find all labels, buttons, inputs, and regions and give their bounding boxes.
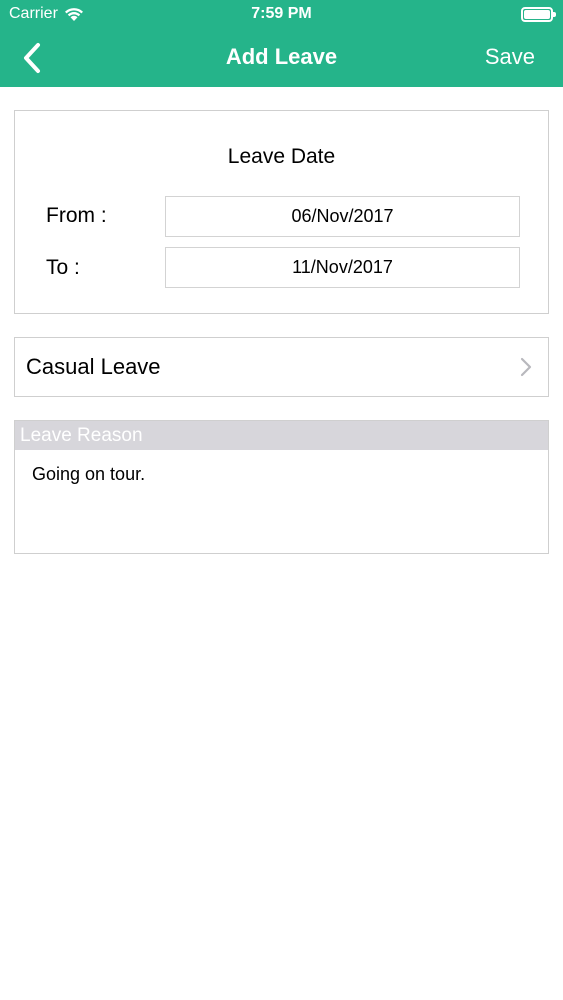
status-time: 7:59 PM xyxy=(251,5,312,22)
leave-reason-header: Leave Reason xyxy=(15,421,548,450)
navigation-bar: Add Leave Save xyxy=(0,30,563,87)
leave-date-card: Leave Date From : 06/Nov/2017 To : 11/No… xyxy=(14,110,549,314)
battery-fill xyxy=(524,10,550,19)
leave-type-value: Casual Leave xyxy=(26,354,161,379)
battery-icon xyxy=(521,7,556,22)
page-title: Add Leave xyxy=(225,44,338,69)
leave-date-title: Leave Date xyxy=(227,145,336,168)
from-date-value: 06/Nov/2017 xyxy=(291,206,394,226)
from-date-field[interactable]: 06/Nov/2017 xyxy=(165,196,520,237)
app-header: Carrier 7:59 PM Add Leave Save xyxy=(0,0,563,87)
to-label: To : xyxy=(46,256,80,279)
leave-reason-text[interactable]: Going on tour. xyxy=(32,464,145,485)
save-button[interactable]: Save xyxy=(485,44,535,70)
to-date-field[interactable]: 11/Nov/2017 xyxy=(165,247,520,288)
leave-type-selector[interactable]: Casual Leave xyxy=(14,337,549,397)
to-date-value: 11/Nov/2017 xyxy=(292,257,393,277)
leave-reason-card[interactable]: Leave Reason Going on tour. xyxy=(14,420,549,554)
chevron-right-icon xyxy=(520,357,532,377)
status-bar: Carrier 7:59 PM xyxy=(0,0,563,30)
from-label: From : xyxy=(46,204,107,227)
